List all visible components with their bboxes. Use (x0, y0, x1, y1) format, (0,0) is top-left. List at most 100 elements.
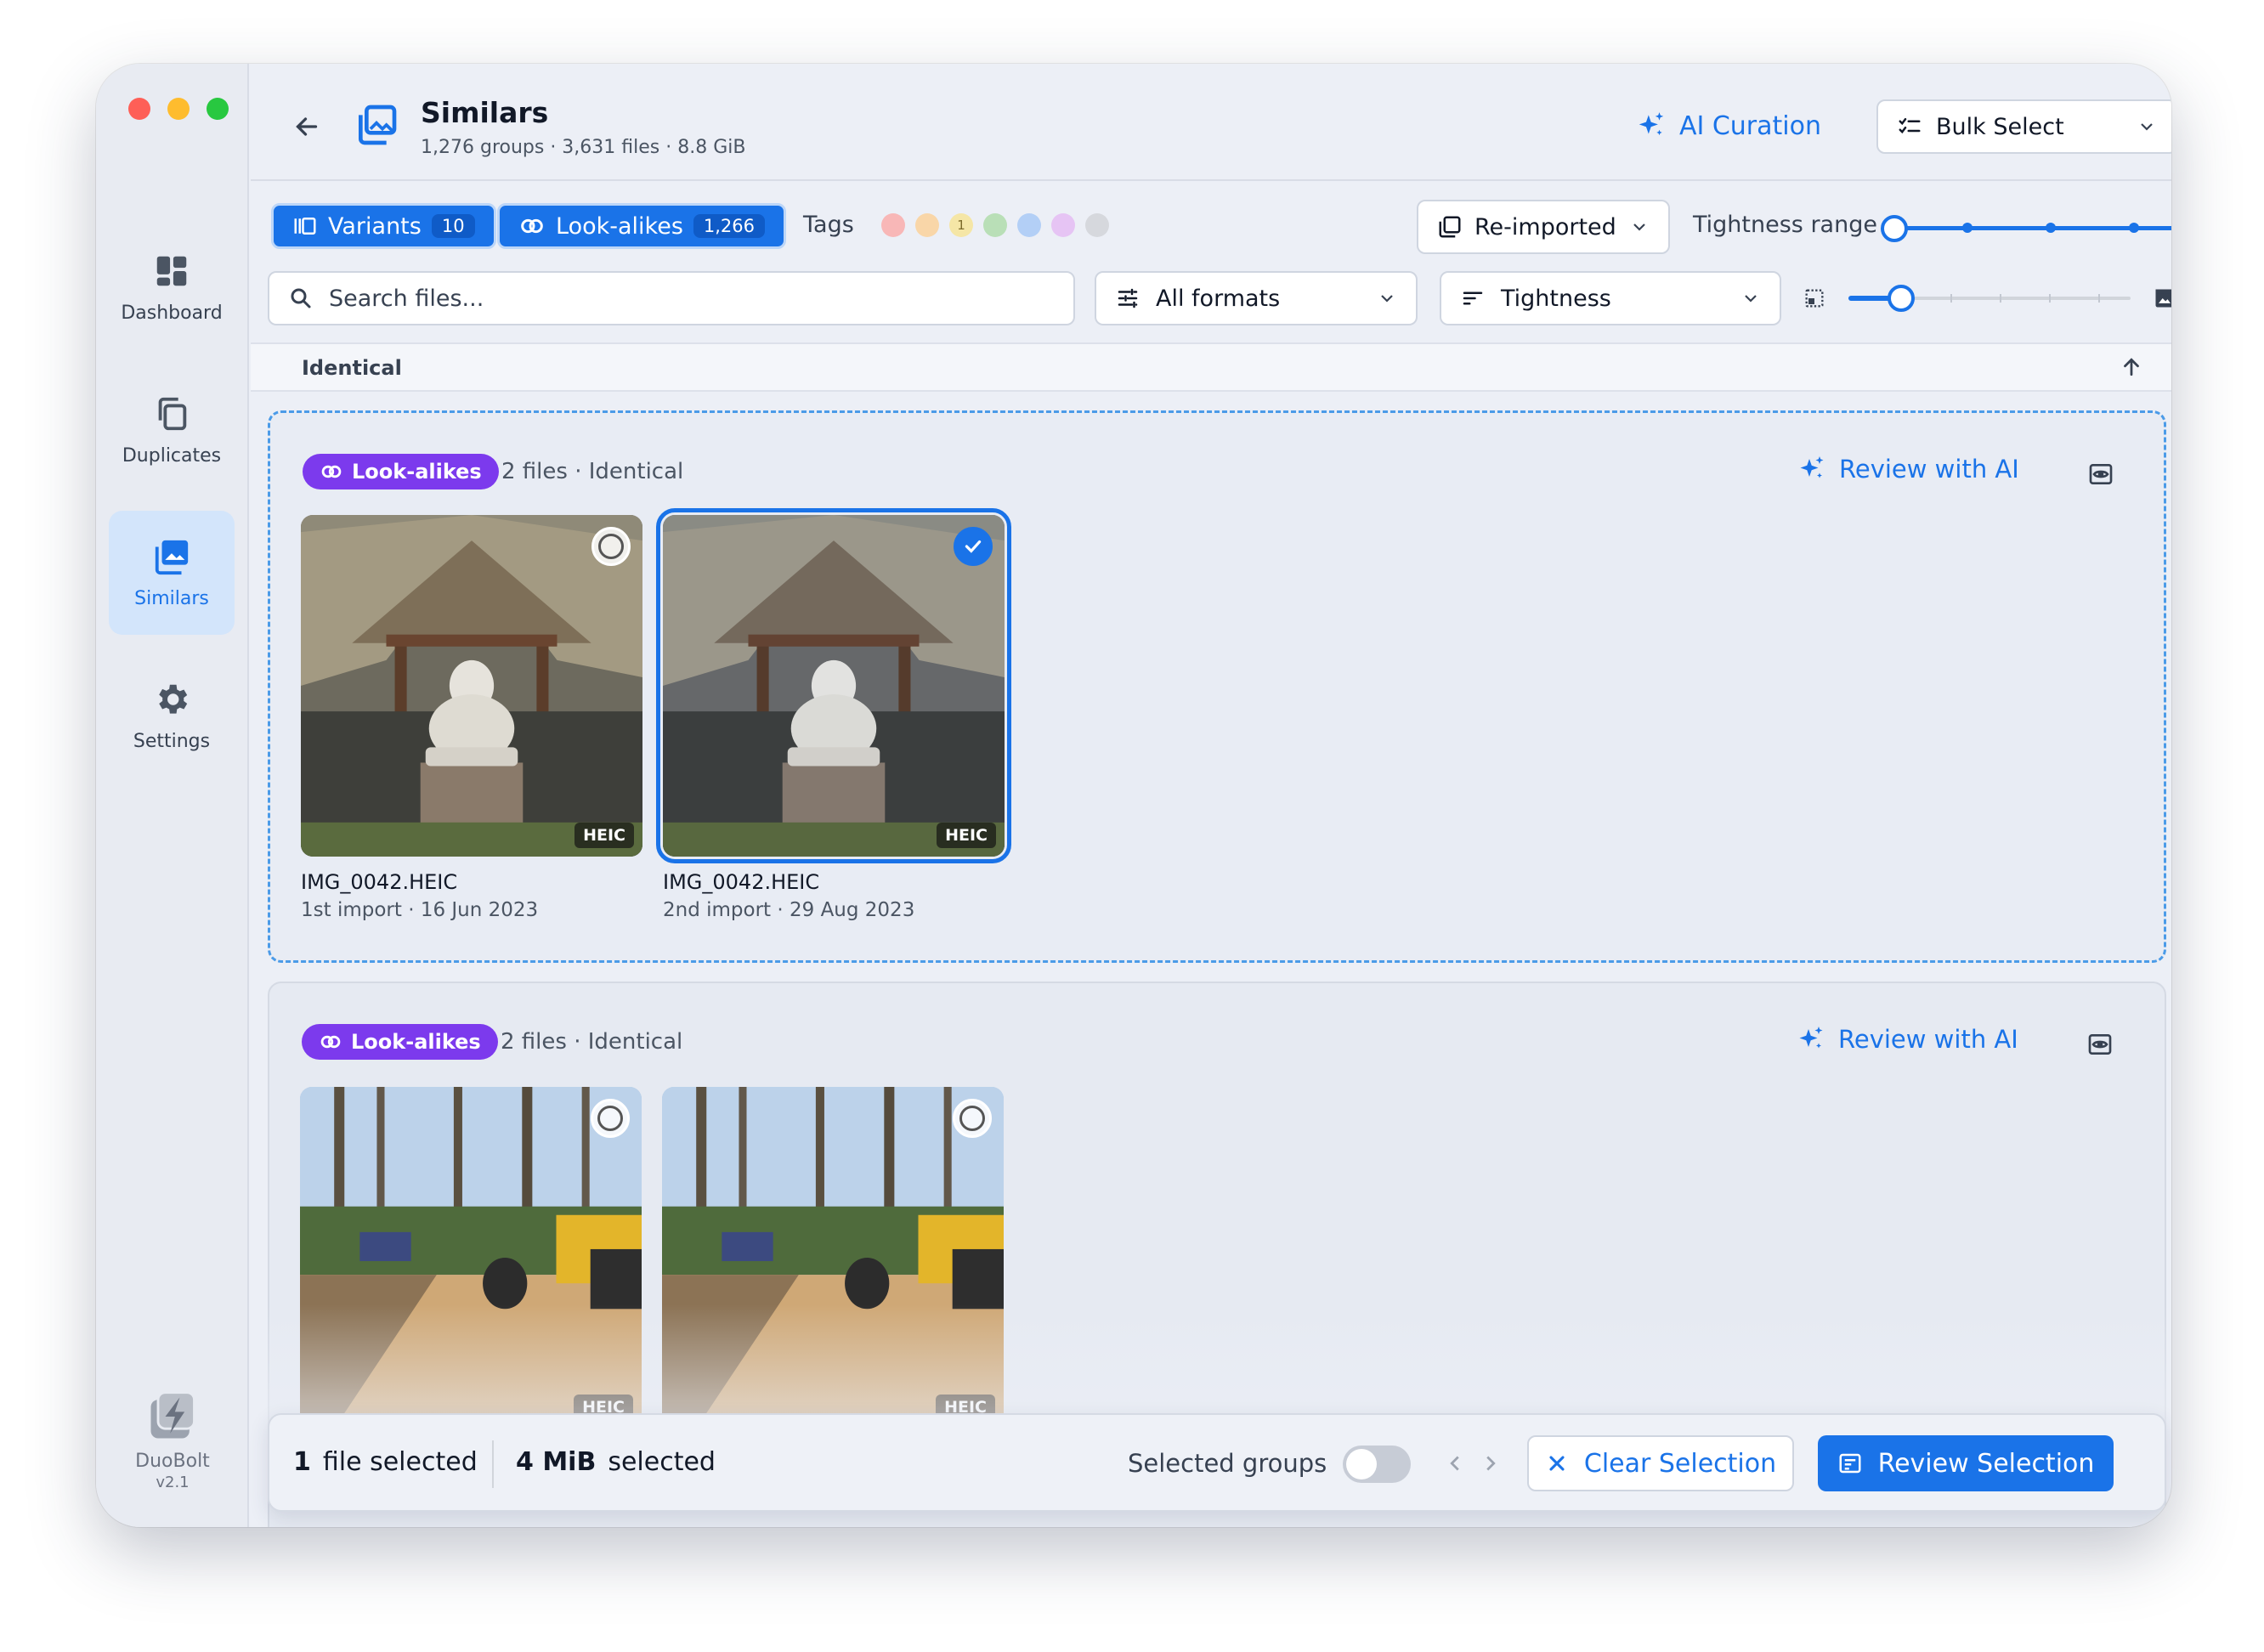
header: Similars 1,276 groups · 3,631 files · 8.… (251, 64, 2171, 181)
selected-checkmark[interactable] (954, 527, 993, 566)
sort-dropdown[interactable]: Tightness (1440, 271, 1781, 325)
copy-icon (158, 397, 187, 430)
sliders-icon (1118, 288, 1138, 308)
shrine-photo (301, 515, 642, 857)
tightness-range-slider[interactable] (1881, 215, 2171, 242)
search-input[interactable] (329, 285, 1026, 312)
reimported-dropdown[interactable]: Re-imported (1417, 200, 1670, 254)
review-selection-label: Review Selection (1877, 1448, 2095, 1479)
tag-color-dot[interactable] (983, 213, 1007, 237)
small-thumbnail-icon (1805, 289, 1824, 308)
range-tick (2046, 223, 2056, 233)
sidebar-item-settings[interactable]: Settings (109, 653, 235, 778)
tab-variants[interactable]: Variants 10 (271, 203, 496, 249)
main-area: Similars 1,276 groups · 3,631 files · 8.… (251, 64, 2171, 1527)
tag-color-dot[interactable] (1051, 213, 1075, 237)
tab-look-alikes[interactable]: Look-alikes 1,266 (497, 203, 787, 249)
clear-selection-button[interactable]: Clear Selection (1527, 1435, 1794, 1491)
ai-curation-button[interactable]: AI Curation (1635, 110, 1821, 142)
thumbnail-size-slider[interactable] (1803, 283, 2171, 314)
look-alikes-pill: Look-alikes (302, 1024, 498, 1060)
tag-color-dot[interactable] (915, 213, 939, 237)
chevron-right-icon[interactable] (1478, 1451, 1503, 1476)
search-field[interactable] (268, 271, 1075, 325)
select-toggle[interactable] (591, 527, 631, 566)
photo-thumbnail[interactable]: HEIC (300, 1087, 642, 1429)
sparkles-icon (1799, 1027, 1823, 1049)
stack-icon (1439, 216, 1461, 238)
review-with-ai-button[interactable]: Review with AI (1796, 1024, 2018, 1055)
sidebar-item-label: Duplicates (122, 444, 222, 467)
tag-color-dot[interactable]: 1 (949, 213, 973, 237)
page-subtitle: 1,276 groups · 3,631 files · 8.8 GiB (421, 137, 746, 158)
sidebar-item-duplicates[interactable]: Duplicates (109, 368, 235, 492)
brand-version: v2.1 (156, 1474, 190, 1491)
back-arrow-icon[interactable] (291, 111, 322, 142)
look-alikes-pill: Look-alikes (303, 454, 499, 489)
link-rings-icon (321, 465, 342, 478)
preview-icon[interactable] (2086, 1031, 2114, 1058)
minimize-window-button[interactable] (167, 98, 190, 120)
file-count: 1 file selected (293, 1447, 478, 1477)
group-meta: 2 files · Identical (501, 459, 684, 484)
sidebar-item-label: Similars (134, 587, 209, 609)
tag-color-dot[interactable] (1085, 213, 1109, 237)
photo-thumbnail[interactable]: HEIC (662, 1087, 1004, 1429)
checklist-icon (1899, 118, 1921, 134)
bulk-select-dropdown[interactable]: Bulk Select (1876, 99, 2171, 154)
brand-name: DuoBolt (135, 1451, 210, 1472)
pill-label: Look-alikes (351, 1030, 481, 1054)
sparkles-icon (1639, 112, 1664, 136)
format-badge: HEIC (574, 823, 634, 848)
tag-color-dot[interactable] (881, 213, 905, 237)
range-tick (1962, 223, 1973, 233)
tag-color-dot[interactable] (1017, 213, 1041, 237)
range-tick (2129, 223, 2139, 233)
close-window-button[interactable] (128, 98, 150, 120)
page-title: Similars (421, 96, 549, 129)
road-photo (662, 1087, 1004, 1429)
arrow-up-icon[interactable] (2119, 354, 2144, 380)
select-toggle[interactable] (591, 1099, 630, 1138)
formats-dropdown[interactable]: All formats (1095, 271, 1418, 325)
size-selected: 4 MiB selected (516, 1447, 716, 1477)
close-icon (1549, 1456, 1565, 1471)
size-tick (2049, 294, 2051, 303)
app-window: Dashboard Duplicates Similars Settings D… (96, 64, 2171, 1527)
zoom-window-button[interactable] (207, 98, 229, 120)
chevron-left-icon[interactable] (1442, 1451, 1468, 1476)
format-badge: HEIC (937, 823, 996, 848)
preview-icon[interactable] (2087, 461, 2114, 488)
review-with-ai-button[interactable]: Review with AI (1797, 454, 2019, 484)
ai-curation-label: AI Curation (1678, 110, 1821, 141)
review-with-ai-label: Review with AI (1839, 455, 2019, 484)
file-name: IMG_0042.HEIC (301, 870, 458, 894)
shrine-photo (663, 515, 1005, 857)
select-toggle[interactable] (953, 1099, 992, 1138)
link-rings-icon (320, 1035, 341, 1049)
size-handle[interactable] (1888, 285, 1915, 312)
photo-thumbnail[interactable]: HEIC (301, 515, 642, 857)
sidebar: Dashboard Duplicates Similars Settings D… (96, 64, 249, 1527)
selected-groups-toggle[interactable] (1343, 1446, 1411, 1483)
chevron-down-icon (1745, 295, 1757, 303)
gear-icon (159, 684, 188, 714)
section-header[interactable]: Identical (251, 342, 2171, 392)
tightness-range-label: Tightness range (1693, 212, 1877, 238)
review-selection-button[interactable]: Review Selection (1818, 1435, 2114, 1491)
bulk-select-label: Bulk Select (1936, 113, 2064, 140)
photo-thumbnail[interactable]: HEIC (656, 508, 1011, 863)
tab-look-alikes-label: Look-alikes (556, 212, 683, 240)
file-info: 2nd import · 29 Aug 2023 (663, 899, 915, 921)
app-brand: DuoBolt v2.1 (96, 1388, 249, 1491)
sidebar-item-similars[interactable]: Similars (109, 511, 235, 635)
chevron-down-icon (1633, 223, 1645, 231)
sort-lines-icon (1463, 291, 1483, 305)
selection-bar: 1 file selected 4 MiB selected Selected … (268, 1413, 2166, 1512)
sidebar-item-dashboard[interactable]: Dashboard (109, 225, 235, 349)
search-icon (291, 288, 311, 308)
size-tick (2000, 294, 2001, 303)
road-photo (300, 1087, 642, 1429)
tab-look-alikes-count: 1,266 (693, 214, 766, 238)
range-min-handle[interactable] (1881, 215, 1908, 242)
